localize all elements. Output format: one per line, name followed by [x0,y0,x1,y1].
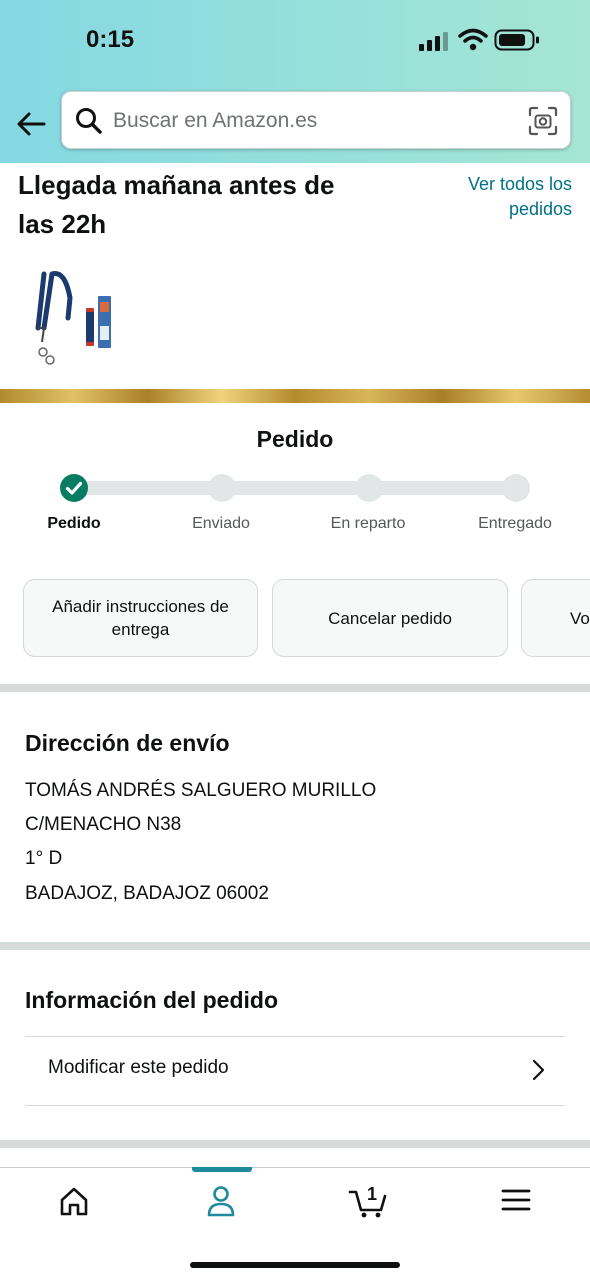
tracking-progress-bar [74,481,516,495]
step-entregado-marker [502,474,530,502]
add-delivery-instructions-button[interactable]: Añadir instrucciones de entrega [23,579,258,657]
more-actions-button[interactable]: Vo [521,579,590,657]
shipping-address-title: Dirección de envío [25,730,230,756]
cart-icon[interactable]: 1 [348,1183,390,1219]
section-divider [0,684,590,692]
battery-icon [494,29,539,51]
step-label-en-reparto: En reparto [330,515,406,532]
row-divider [25,1105,565,1106]
home-icon[interactable] [54,1183,94,1219]
address-line-street: C/MENACHO N38 [25,814,182,835]
view-all-orders-link[interactable]: Ver todos los pedidos [440,172,572,222]
chevron-right-icon [532,1059,545,1081]
step-label-enviado: Enviado [192,515,250,532]
search-placeholder: Buscar en Amazon.es [113,109,318,132]
status-time: 0:15 [86,26,135,53]
cell-signal-icon [419,32,448,51]
step-enviado-marker [208,474,236,502]
product-image[interactable] [30,268,120,368]
back-arrow-icon[interactable] [14,107,48,141]
section-divider [0,942,590,950]
arrival-heading: Llegada mañana antes de las 22h [18,170,335,239]
step-en-reparto-marker [355,474,383,502]
step-label-pedido: Pedido [47,515,101,532]
active-tab-indicator [192,1167,252,1172]
tracking-title: Pedido [256,426,334,452]
modify-order-label: Modificar este pedido [48,1057,229,1078]
cancel-order-button[interactable]: Cancelar pedido [272,579,508,657]
address-line-floor: 1° D [25,848,63,869]
step-label-entregado: Entregado [478,515,552,532]
camera-scan-icon[interactable] [528,106,558,136]
check-icon [65,481,83,495]
address-line-city: BADAJOZ, BADAJOZ 06002 [25,883,269,904]
decorative-gold-strip [0,389,590,403]
search-icon [76,108,102,134]
order-info-title: Información del pedido [25,987,279,1013]
cart-count: 1 [367,1184,377,1204]
section-divider [0,1140,590,1148]
step-pedido-marker [60,474,88,502]
wifi-icon [458,28,488,51]
home-indicator [190,1262,400,1268]
search-bar[interactable]: Buscar en Amazon.es [61,91,571,149]
account-icon[interactable] [201,1183,241,1219]
address-line-name: TOMÁS ANDRÉS SALGUERO MURILLO [25,780,377,801]
modify-order-row[interactable]: Modificar este pedido [25,1037,565,1105]
menu-icon[interactable] [496,1183,536,1219]
